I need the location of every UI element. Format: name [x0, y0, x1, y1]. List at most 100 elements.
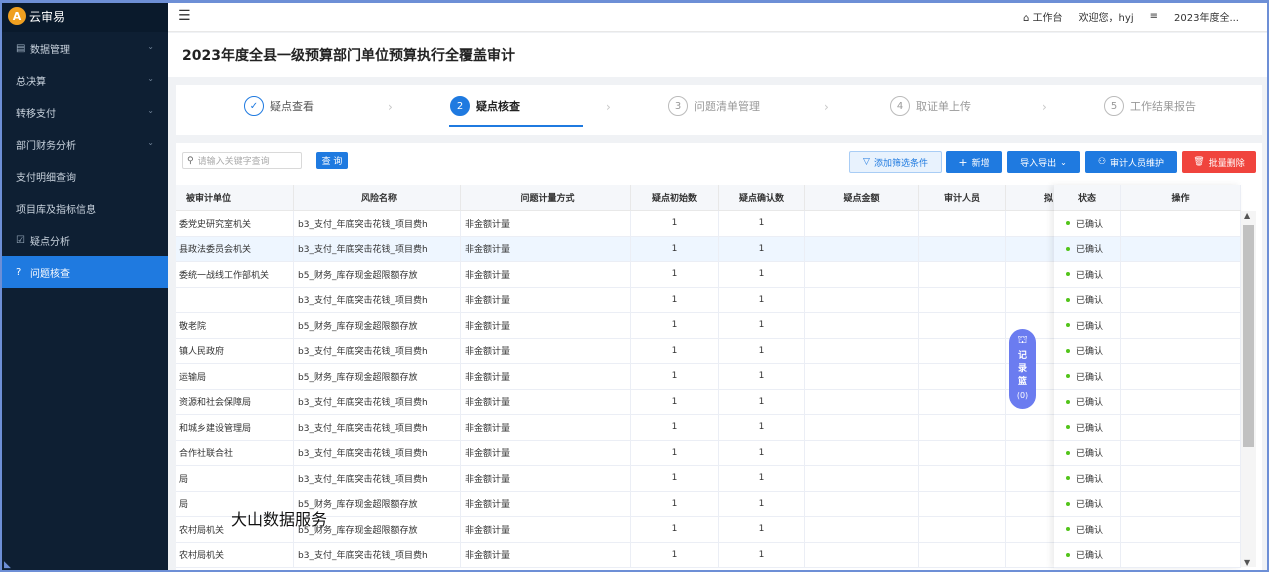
cell-aud: [919, 491, 1006, 516]
cell-risk: b3_支付_年底突击花钱_项目费h: [294, 542, 461, 567]
list-menu-icon[interactable]: ≡: [1150, 11, 1158, 22]
record-basket-button[interactable]: ⛫ 记 录 篮 (0): [1009, 329, 1036, 409]
workbench-link[interactable]: ⌂ 工作台: [1023, 9, 1063, 24]
vertical-scrollbar[interactable]: ▲ ▼: [1241, 211, 1256, 567]
cell-operation[interactable]: [1121, 440, 1241, 465]
cell-operation[interactable]: [1121, 415, 1241, 440]
table-row-fixed[interactable]: 已确认: [1054, 517, 1241, 543]
table-row-fixed[interactable]: 已确认: [1054, 313, 1241, 339]
cell-conf: 1: [719, 287, 805, 312]
sidebar-item-3[interactable]: 部门财务分析 ⌄: [0, 128, 168, 160]
sidebar-item-5[interactable]: 项目库及指标信息: [0, 192, 168, 224]
sidebar-item-7[interactable]: ? 问题核查: [0, 256, 168, 288]
cell-operation[interactable]: [1121, 313, 1241, 338]
search-button[interactable]: 查 询: [316, 152, 348, 169]
record-basket-char: 篮: [1017, 377, 1027, 387]
table-row-fixed[interactable]: 已确认: [1054, 440, 1241, 466]
cell-init: 1: [631, 236, 719, 261]
scroll-up-icon[interactable]: ▲: [1244, 211, 1250, 220]
status-dot-icon: [1066, 527, 1070, 532]
table-row-fixed[interactable]: 已确认: [1054, 389, 1241, 415]
table-row-fixed[interactable]: 已确认: [1054, 491, 1241, 517]
table-row-fixed[interactable]: 已确认: [1054, 415, 1241, 441]
status-badge: 已确认: [1054, 211, 1121, 236]
col-confirmed[interactable]: 疑点确认数: [719, 185, 805, 210]
cell-conf: 1: [719, 313, 805, 338]
sidebar-item-6[interactable]: ☑ 疑点分析: [0, 224, 168, 256]
table-row-fixed[interactable]: 已确认: [1054, 287, 1241, 313]
col-plan[interactable]: 拟: [1006, 185, 1056, 210]
collapse-menu-icon[interactable]: ☰: [178, 8, 191, 24]
add-filter-button[interactable]: ▽ 添加筛选条件: [849, 151, 942, 173]
status-badge: 已确认: [1054, 287, 1121, 312]
cell-amt: [805, 211, 919, 236]
sidebar-item-label: 问题核查: [30, 268, 70, 280]
sidebar-item-1[interactable]: 总决算 ⌄: [0, 64, 168, 96]
table-row-fixed[interactable]: 已确认: [1054, 542, 1241, 568]
table-row-fixed[interactable]: 已确认: [1054, 364, 1241, 390]
col-status[interactable]: 状态: [1054, 185, 1121, 210]
cell-operation[interactable]: [1121, 389, 1241, 414]
cell-operation[interactable]: [1121, 236, 1241, 261]
record-basket-char: 记: [1017, 351, 1027, 361]
step-3[interactable]: 3 问题清单管理: [668, 96, 760, 116]
cell-operation[interactable]: [1121, 364, 1241, 389]
cell-operation[interactable]: [1121, 491, 1241, 516]
cell-amt: [805, 440, 919, 465]
cell-operation[interactable]: [1121, 211, 1241, 236]
cell-operation[interactable]: [1121, 262, 1241, 287]
status-text: 已确认: [1076, 219, 1104, 230]
step-label: 取证单上传: [916, 100, 971, 113]
step-2[interactable]: 2 疑点核查: [450, 96, 520, 116]
col-risk[interactable]: 风险名称: [294, 185, 461, 210]
step-1[interactable]: ✓ 疑点查看: [244, 96, 314, 116]
scroll-down-icon[interactable]: ▼: [1244, 558, 1250, 567]
step-label: 工作结果报告: [1130, 100, 1196, 113]
auditor-maintenance-button[interactable]: ⚇ 审计人员维护: [1085, 151, 1177, 173]
status-badge: 已确认: [1054, 364, 1121, 389]
fixed-right-columns: 状态 操作 已确认 已确认 已确认 已确认 已确认 已确认 已确认 已确认 已确认 已确认 已确认已…: [1054, 185, 1241, 568]
resize-handle-icon[interactable]: ◣: [4, 560, 11, 570]
sidebar-item-0[interactable]: ▤ 数据管理 ⌄: [0, 32, 168, 64]
search-input[interactable]: ⚲ 请输入关键字查询: [182, 152, 302, 169]
status-text: 已确认: [1076, 321, 1104, 332]
col-auditor[interactable]: 审计人员: [919, 185, 1006, 210]
sidebar-item-label: 转移支付: [16, 108, 56, 120]
col-unit[interactable]: 被审计单位: [176, 185, 294, 210]
cell-amt: [805, 313, 919, 338]
cell-operation[interactable]: [1121, 287, 1241, 312]
table-row-fixed[interactable]: 已确认: [1054, 466, 1241, 492]
import-export-button[interactable]: 导入导出 ⌄: [1007, 151, 1080, 173]
cell-operation[interactable]: [1121, 542, 1241, 567]
status-dot-icon: [1066, 425, 1070, 430]
cell-operation[interactable]: [1121, 466, 1241, 491]
cell-plan: [1006, 542, 1056, 567]
cell-operation[interactable]: [1121, 338, 1241, 363]
sidebar-item-4[interactable]: 支付明细查询: [0, 160, 168, 192]
step-number: 3: [668, 96, 688, 116]
col-operation[interactable]: 操作: [1121, 185, 1241, 210]
table-row-fixed[interactable]: 已确认: [1054, 211, 1241, 237]
col-initial[interactable]: 疑点初始数: [631, 185, 719, 210]
step-5[interactable]: 5 工作结果报告: [1104, 96, 1196, 116]
batch-delete-button[interactable]: 🗑 批量删除: [1182, 151, 1256, 173]
col-amount[interactable]: 疑点金额: [805, 185, 919, 210]
cell-aud: [919, 542, 1006, 567]
import-export-label: 导入导出: [1020, 158, 1057, 169]
step-4[interactable]: 4 取证单上传: [890, 96, 971, 116]
cell-method: 非金额计量: [461, 364, 631, 389]
table-row-fixed[interactable]: 已确认: [1054, 262, 1241, 288]
project-selector[interactable]: 2023年度全...: [1174, 9, 1239, 24]
add-button[interactable]: + 新增: [946, 151, 1002, 173]
cell-conf: 1: [719, 491, 805, 516]
col-method[interactable]: 问题计量方式: [461, 185, 631, 210]
table-row-fixed[interactable]: 已确认: [1054, 236, 1241, 262]
table-row-fixed[interactable]: 已确认: [1054, 338, 1241, 364]
sidebar-item-2[interactable]: 转移支付 ⌄: [0, 96, 168, 128]
scroll-thumb[interactable]: [1243, 225, 1254, 447]
step-wizard: ✓ 疑点查看 2 疑点核查 3 问题清单管理 4 取证单上传 5 工作结果报告 › › › ›: [176, 85, 1262, 135]
app-logo[interactable]: A 云审易: [0, 0, 168, 32]
cell-risk: b3_支付_年底突击花钱_项目费h: [294, 466, 461, 491]
cell-operation[interactable]: [1121, 517, 1241, 542]
batch-delete-label: 批量删除: [1208, 158, 1245, 169]
